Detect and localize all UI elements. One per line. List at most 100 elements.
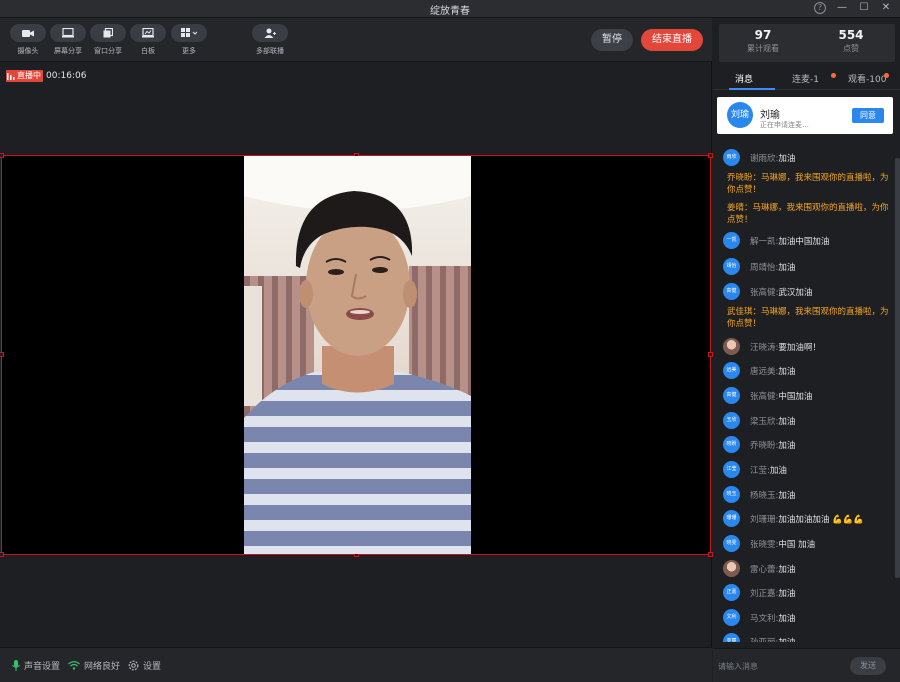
list-item: 雷心蕾: 加油 (723, 560, 891, 577)
message-sender: 刘珊珊: (750, 514, 779, 525)
live-badge: 直播中 (6, 70, 43, 82)
window-share-pill (90, 24, 126, 42)
message-input-bar: 发送 (713, 648, 900, 682)
toolbar: 摄像头 屏幕分享 窗口分享 白板 更多 多部联播 暂停 结束直播 (0, 18, 712, 62)
microphone-icon (12, 659, 20, 671)
camera-tool[interactable]: 摄像头 (8, 24, 48, 56)
tab-messages[interactable]: 消息 (735, 72, 753, 85)
window-controls: ? — ☐ ✕ (814, 2, 892, 14)
window-share-tool[interactable]: 窗口分享 (88, 24, 128, 56)
message-text: 加油 (778, 440, 796, 451)
message-input[interactable] (718, 659, 838, 673)
avatar (723, 338, 740, 355)
end-live-button[interactable]: 结束直播 (641, 29, 703, 51)
resize-handle-bottom-left[interactable] (0, 552, 4, 557)
views-stat: 97 累计观看 (719, 24, 807, 62)
network-status-label: 网络良好 (84, 661, 121, 672)
message-text: 武汉加油 (778, 287, 813, 298)
message-sender: 梁玉欣: (750, 416, 779, 427)
settings[interactable]: 设置 (128, 659, 161, 672)
resize-handle-top-left[interactable] (0, 153, 4, 158)
chat-scrollbar-thumb[interactable] (895, 158, 900, 578)
more-pill (171, 24, 207, 42)
message-text: 加油 (778, 416, 796, 427)
message-text: 加油 (778, 262, 796, 273)
connect-notification-dot (831, 73, 836, 78)
title-bar: 绽放青春 ? — ☐ ✕ (0, 0, 900, 18)
app-window: 绽放青春 ? — ☐ ✕ 摄像头 屏幕分享 窗口分享 白板 更多 多部联播 暂停… (0, 0, 900, 682)
panel-tabs: 消息 连麦-1 观看-100 (713, 68, 900, 90)
request-status: 正在申请连麦… (760, 121, 809, 129)
help-icon[interactable]: ? (814, 2, 826, 14)
close-icon[interactable]: ✕ (880, 2, 892, 14)
screen-share-tool[interactable]: 屏幕分享 (48, 24, 88, 56)
camera-pill (10, 24, 46, 42)
message-text: 加油中国加油 (778, 236, 830, 247)
more-tool[interactable]: 更多 (169, 24, 209, 56)
likes-label: 点赞 (843, 44, 859, 53)
gear-icon (128, 660, 139, 670)
list-item: 亚丽 孙亚丽: 加油 (723, 633, 891, 642)
avatar: 高健 (723, 283, 740, 300)
whiteboard-label: 白板 (141, 47, 155, 55)
avatar: 亚丽 (723, 633, 740, 642)
tab-connect[interactable]: 连麦-1 (792, 72, 819, 85)
multi-stream-tool[interactable]: 多部联播 (250, 24, 290, 56)
message-sender: 张高健: (750, 287, 779, 298)
message-text: 加油 (778, 366, 796, 377)
chat-list[interactable]: 雨欣 谢雨欣: 加油 乔晓盼：马琳娜，我来围观你的直播啦，为你点赞！ 姜晴：马琳娜，我… (713, 142, 895, 642)
message-sender: 解一凯: (750, 236, 779, 247)
screen-share-label: 屏幕分享 (54, 47, 82, 55)
stats-box: 97 累计观看 554 点赞 (719, 24, 895, 62)
system-message: 乔晓盼：马琳娜，我来围观你的直播啦，为你点赞！ (727, 173, 889, 195)
avatar: 正嘉 (723, 584, 740, 601)
system-message: 姜晴：马琳娜，我来围观你的直播啦，为你点赞！ (727, 203, 889, 225)
sound-settings[interactable]: 声音设置 (12, 659, 60, 672)
message-sender: 周靖怡: (750, 262, 779, 273)
message-text: 要加油啊！ (778, 342, 821, 353)
screen-share-icon (62, 28, 74, 38)
resize-handle-left[interactable] (0, 352, 4, 357)
broadcast-area: 摄像头 屏幕分享 窗口分享 白板 更多 多部联播 暂停 结束直播 直播中 00:… (0, 18, 713, 682)
tab-viewers[interactable]: 观看-100 (848, 72, 886, 85)
camera-feed (244, 156, 471, 554)
avatar: 刘瑜 (727, 102, 753, 128)
list-item: 文利 马文利: 加油 (723, 609, 891, 626)
pause-button[interactable]: 暂停 (591, 29, 633, 51)
send-button[interactable]: 发送 (850, 657, 886, 675)
minimize-icon[interactable]: — (836, 2, 848, 14)
avatar: 靖怡 (723, 258, 740, 275)
list-item: 正嘉 刘正嘉: 加油 (723, 584, 891, 601)
message-text: 加油 (778, 613, 796, 624)
list-item: 江莹 江莹: 加油 (723, 461, 891, 478)
avatar: 高健 (723, 387, 740, 404)
message-text: 加油 (778, 636, 795, 643)
live-duration: 00:16:06 (46, 71, 87, 81)
bottom-bar: 声音设置 网络良好 设置 (0, 647, 712, 682)
likes-count: 554 (838, 28, 864, 42)
whiteboard-tool[interactable]: 白板 (128, 24, 168, 56)
message-text: 加油 (769, 465, 787, 476)
multi-stream-icon (264, 28, 276, 38)
message-sender: 刘正嘉: (750, 588, 779, 599)
connect-request-card: 刘瑜 刘瑜 正在申请连麦… 同意 (717, 97, 893, 134)
list-item: 远美 唐远美: 加油 (723, 362, 891, 379)
whiteboard-icon (142, 28, 154, 38)
avatar: 珊珊 (723, 510, 740, 527)
message-sender: 马文利: (750, 613, 779, 624)
list-item: 靖怡 周靖怡: 加油 (723, 258, 891, 275)
maximize-icon[interactable]: ☐ (858, 2, 870, 14)
grid-icon (181, 28, 197, 37)
live-status: 直播中 00:16:06 (6, 70, 86, 82)
avatar: 晓雯 (723, 535, 740, 552)
views-count: 97 (754, 28, 772, 42)
message-sender: 杨晓玉: (750, 490, 779, 501)
accept-button[interactable]: 同意 (852, 108, 884, 123)
sound-settings-label: 声音设置 (24, 661, 61, 672)
video-stage[interactable] (0, 153, 713, 557)
views-label: 累计观看 (747, 44, 779, 53)
message-text: 中国 加油 (778, 539, 816, 550)
signal-bars-icon (7, 73, 15, 80)
list-item: 汪晓涛: 要加油啊！ (723, 338, 891, 355)
message-sender: 唐远美: (750, 366, 779, 377)
